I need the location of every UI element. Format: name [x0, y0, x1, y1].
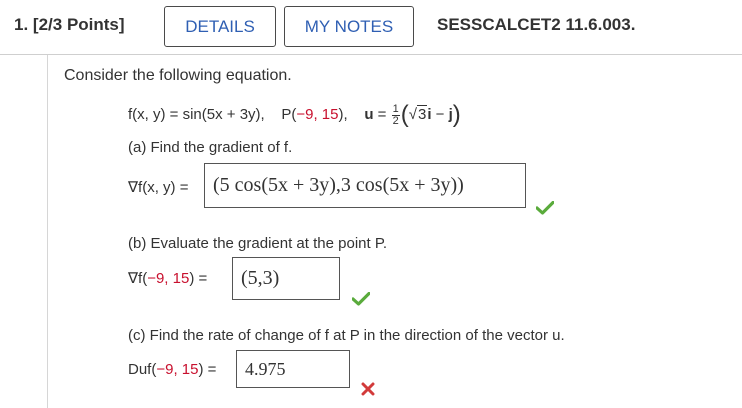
assignment-code: SESSCALCET2 11.6.003. — [437, 15, 636, 34]
point-values: −9, 15 — [296, 106, 339, 123]
question-header: 1. [2/3 Points] DETAILS MY NOTES SESSCAL… — [0, 0, 742, 52]
cross-icon — [361, 382, 375, 396]
function-definition: f(x, y) = sin(5x + 3y), — [128, 106, 265, 123]
part-a-answer-field[interactable]: (5 cos(5x + 3y),3 cos(5x + 3y)) — [204, 163, 526, 208]
part-b-answer-field[interactable]: (5,3) — [232, 257, 340, 300]
part-c-answer-label: Duf(−9, 15) = — [128, 361, 217, 378]
part-c-answer-field[interactable]: 4.975 — [236, 350, 350, 388]
question-prompt: Consider the following equation. — [64, 67, 292, 84]
my-notes-button[interactable]: MY NOTES — [284, 6, 414, 47]
question-number: 1. — [14, 15, 29, 34]
details-button[interactable]: DETAILS — [164, 6, 276, 47]
content-left-border — [47, 55, 48, 408]
points-label: [2/3 Points] — [32, 15, 125, 34]
vector-definition: u = 1 2 (√3i − j) — [364, 101, 461, 128]
part-a-answer-label: ∇f(x, y) = — [128, 179, 189, 196]
point-definition: P(−9, 15), — [281, 106, 348, 123]
fraction: 12 — [391, 102, 400, 127]
check-icon — [536, 201, 554, 215]
part-b-label: (b) Evaluate the gradient at the point P… — [128, 235, 388, 252]
part-c-point-values: −9, 15 — [156, 361, 199, 378]
part-a-label: (a) Find the gradient of f. — [128, 139, 293, 156]
part-b-answer-label: ∇f(−9, 15) = — [128, 270, 208, 287]
header-divider — [0, 54, 742, 55]
question-number-and-points: 1. [2/3 Points] — [14, 15, 125, 35]
part-c-label: (c) Find the rate of change of f at P in… — [128, 327, 565, 344]
equation-line: f(x, y) = sin(5x + 3y), P(−9, 15), u = 1… — [128, 101, 461, 129]
part-b-point-values: −9, 15 — [147, 270, 190, 287]
check-icon — [352, 292, 370, 306]
